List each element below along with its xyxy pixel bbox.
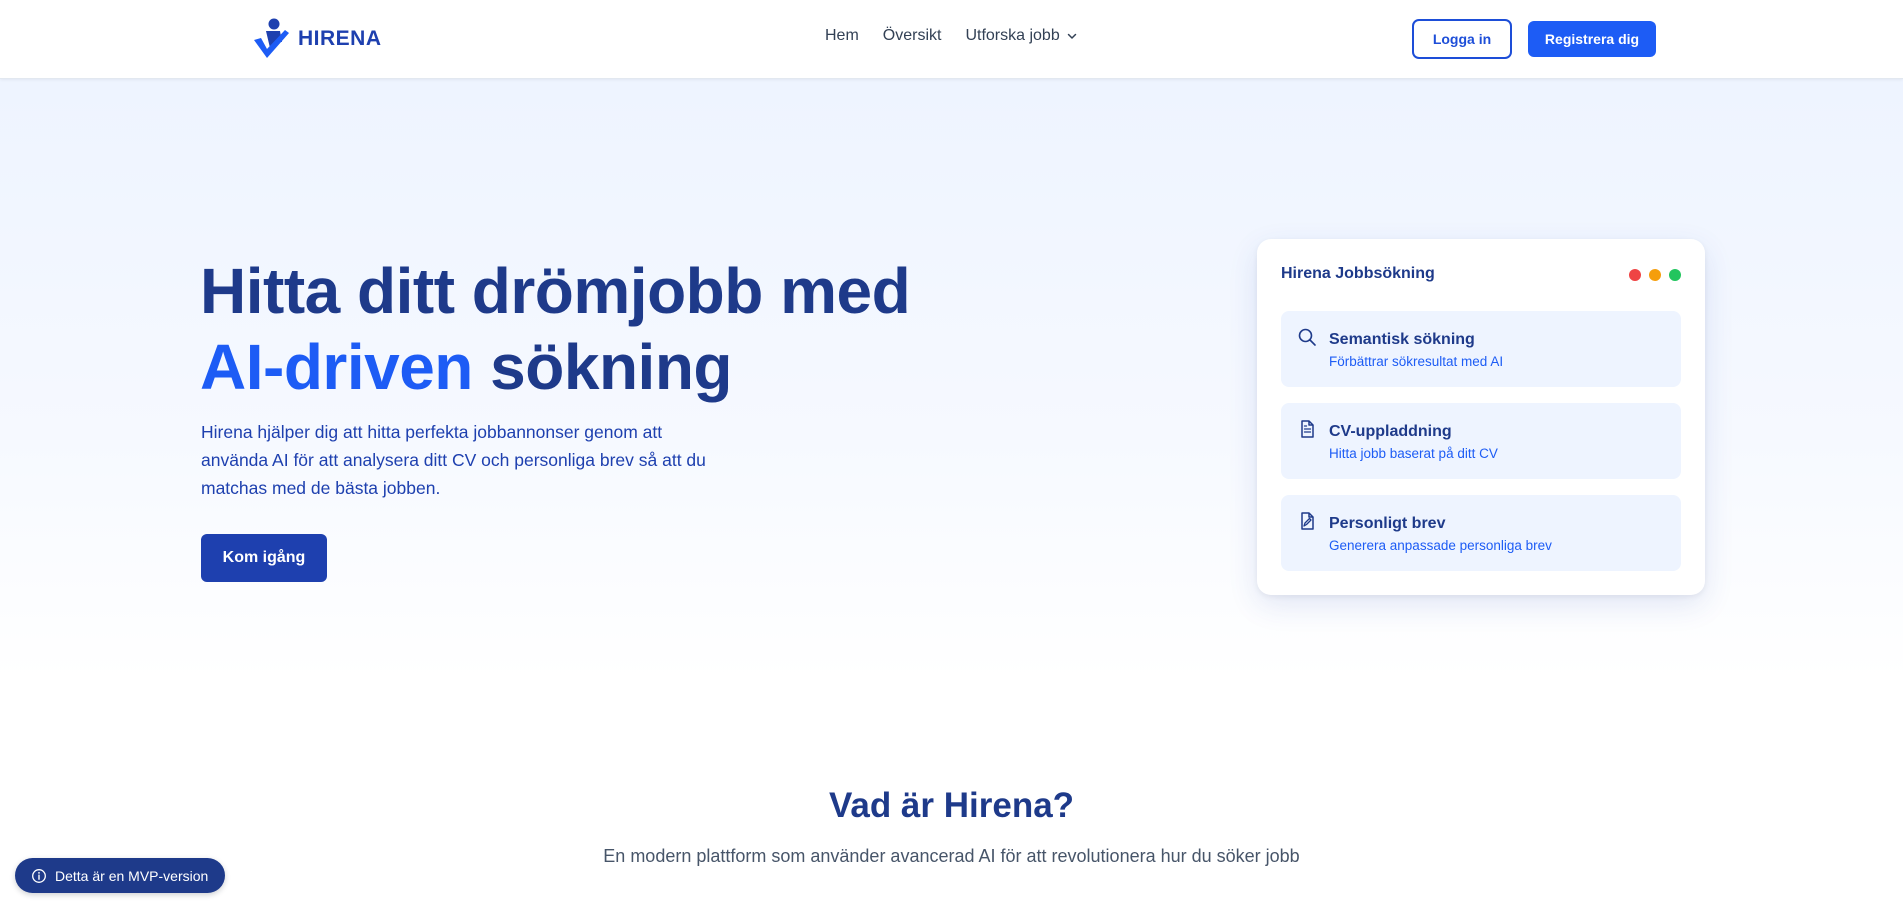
nav-dropdown-utforska-jobb[interactable]: Utforska jobb	[965, 27, 1077, 45]
info-icon	[32, 868, 46, 883]
dot-yellow	[1649, 269, 1661, 281]
brand-name: HIRENA	[298, 27, 382, 50]
job-search-card: Hirena Jobbsökning Semantisk sökning För…	[1257, 239, 1705, 595]
dot-red	[1629, 269, 1641, 281]
file-signature-icon	[1301, 512, 1314, 530]
feature-title: CV-uppladdning	[1329, 423, 1452, 440]
hero-title-accent: AI-driven	[200, 331, 473, 403]
hero-title-line1: Hitta ditt drömjobb med	[200, 255, 911, 327]
card-title: Hirena Jobbsökning	[1281, 265, 1435, 282]
get-started-button[interactable]: Kom igång	[201, 534, 327, 582]
feature-cv-upload: CV-uppladdning Hitta jobb baserat på dit…	[1281, 403, 1681, 479]
search-icon	[1298, 328, 1316, 346]
top-navbar: HIRENA Hem Översikt Utforska jobb Logga …	[0, 0, 1903, 79]
register-button[interactable]: Registrera dig	[1528, 21, 1656, 57]
nav-link-label: Utforska jobb	[965, 27, 1060, 44]
mvp-badge-label: Detta är en MVP-version	[55, 867, 209, 884]
section-subtitle: En modern plattform som använder avancer…	[603, 846, 1300, 866]
feature-subtitle: Förbättrar sökresultat med AI	[1329, 354, 1504, 369]
feature-semantic-search: Semantisk sökning Förbättrar sökresultat…	[1281, 311, 1681, 387]
feature-cover-letter: Personligt brev Generera anpassade perso…	[1281, 495, 1681, 571]
login-button[interactable]: Logga in	[1412, 19, 1512, 59]
feature-subtitle: Generera anpassade personliga brev	[1329, 538, 1552, 553]
main-nav: Hem Översikt Utforska jobb	[825, 27, 1078, 45]
hero-title-rest: sökning	[490, 331, 732, 403]
nav-link-label: Översikt	[882, 27, 942, 44]
nav-link-hem[interactable]: Hem	[825, 27, 859, 45]
mvp-badge[interactable]: Detta är en MVP-version	[15, 858, 225, 893]
feature-title: Personligt brev	[1329, 515, 1446, 532]
feature-subtitle: Hitta jobb baserat på ditt CV	[1329, 446, 1498, 461]
nav-link-label: Hem	[825, 27, 859, 44]
hero-description: Hirena hjälper dig att hitta perfekta jo…	[201, 422, 706, 498]
hirena-logo-icon	[254, 18, 289, 58]
section-title: Vad är Hirena?	[828, 786, 1075, 825]
brand-logo-link[interactable]: HIRENA	[252, 18, 382, 60]
dot-green	[1669, 269, 1681, 281]
feature-title: Semantisk sökning	[1329, 331, 1475, 348]
nav-link-oversikt[interactable]: Översikt	[883, 27, 942, 45]
hero-title: Hitta ditt drömjobb med AI-driven söknin…	[200, 253, 1000, 405]
window-dots	[1629, 269, 1681, 281]
document-icon	[1301, 420, 1314, 438]
chevron-down-icon	[1067, 33, 1076, 39]
